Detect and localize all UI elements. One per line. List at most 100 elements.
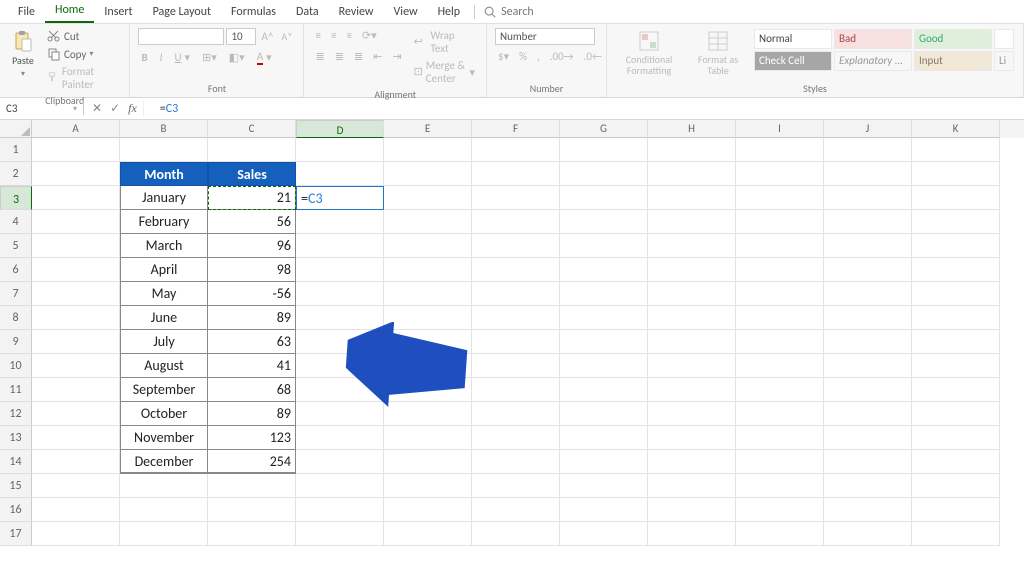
cell[interactable] — [912, 402, 1000, 426]
cell[interactable] — [736, 426, 824, 450]
cell[interactable] — [736, 258, 824, 282]
row-header[interactable]: 9 — [0, 330, 32, 354]
cell[interactable]: Sales — [208, 162, 296, 186]
cell[interactable] — [384, 162, 472, 186]
cell[interactable] — [384, 354, 472, 378]
cell[interactable] — [384, 306, 472, 330]
cell[interactable] — [736, 138, 824, 162]
cell[interactable] — [560, 522, 648, 546]
cell[interactable] — [32, 234, 120, 258]
cancel-formula-icon[interactable]: ✕ — [92, 101, 102, 116]
cell[interactable] — [912, 210, 1000, 234]
cell[interactable] — [736, 186, 824, 210]
cell[interactable] — [296, 402, 384, 426]
cell[interactable]: 98 — [208, 258, 296, 282]
cell[interactable] — [296, 258, 384, 282]
style-explanatory[interactable]: Explanatory ... — [834, 51, 912, 71]
cell[interactable] — [208, 474, 296, 498]
cell[interactable] — [384, 234, 472, 258]
col-header-g[interactable]: G — [560, 120, 648, 138]
cell[interactable] — [648, 330, 736, 354]
cell[interactable] — [120, 138, 208, 162]
cell[interactable] — [648, 378, 736, 402]
cell[interactable] — [560, 330, 648, 354]
cell[interactable] — [912, 450, 1000, 474]
cell[interactable] — [824, 450, 912, 474]
cell[interactable]: 63 — [208, 330, 296, 354]
enter-formula-icon[interactable]: ✓ — [110, 101, 120, 116]
cell[interactable]: October — [120, 402, 208, 426]
cell[interactable] — [824, 186, 912, 210]
col-header-b[interactable]: B — [120, 120, 208, 138]
row-header[interactable]: 15 — [0, 474, 32, 498]
number-format-select[interactable]: Number — [495, 28, 595, 45]
cell[interactable] — [560, 210, 648, 234]
cell[interactable] — [32, 402, 120, 426]
cell[interactable]: December — [120, 450, 208, 474]
cell[interactable] — [296, 282, 384, 306]
cell[interactable] — [824, 426, 912, 450]
percent-icon[interactable]: % — [516, 49, 530, 64]
cell[interactable] — [560, 138, 648, 162]
cell[interactable] — [560, 426, 648, 450]
cell[interactable] — [32, 186, 120, 210]
cell[interactable] — [648, 258, 736, 282]
style-linked[interactable]: Li — [994, 51, 1014, 71]
bold-button[interactable]: B — [138, 49, 150, 66]
row-header[interactable]: 6 — [0, 258, 32, 282]
col-header-e[interactable]: E — [384, 120, 472, 138]
cell[interactable] — [824, 474, 912, 498]
cell[interactable] — [208, 498, 296, 522]
cell[interactable] — [824, 522, 912, 546]
cell[interactable] — [824, 138, 912, 162]
cell[interactable]: 254 — [208, 450, 296, 474]
cell[interactable]: 41 — [208, 354, 296, 378]
accounting-icon[interactable]: $▾ — [495, 49, 512, 64]
cell[interactable] — [736, 498, 824, 522]
cell[interactable] — [296, 450, 384, 474]
cell[interactable] — [560, 162, 648, 186]
cell[interactable] — [472, 162, 560, 186]
row-header[interactable]: 2 — [0, 162, 32, 186]
cell[interactable] — [824, 498, 912, 522]
align-middle-icon[interactable]: ≡ — [328, 28, 339, 43]
cell[interactable] — [472, 354, 560, 378]
col-header-h[interactable]: H — [648, 120, 736, 138]
cell[interactable] — [912, 186, 1000, 210]
cell[interactable] — [824, 258, 912, 282]
col-header-f[interactable]: F — [472, 120, 560, 138]
row-header[interactable]: 10 — [0, 354, 32, 378]
cell[interactable] — [32, 474, 120, 498]
orientation-icon[interactable]: ⟳▾ — [359, 28, 380, 43]
cell[interactable]: June — [120, 306, 208, 330]
cell[interactable] — [912, 162, 1000, 186]
cell[interactable] — [472, 474, 560, 498]
cell[interactable] — [296, 306, 384, 330]
cell[interactable] — [296, 234, 384, 258]
border-button[interactable]: ⊞▾ — [199, 49, 220, 66]
cell[interactable] — [32, 426, 120, 450]
cell[interactable] — [824, 306, 912, 330]
cell[interactable] — [912, 498, 1000, 522]
wrap-text-button[interactable]: ↩ Wrap Text — [411, 28, 478, 56]
cell[interactable]: 89 — [208, 402, 296, 426]
cell[interactable] — [472, 186, 560, 210]
cell[interactable]: -56 — [208, 282, 296, 306]
cell[interactable] — [296, 354, 384, 378]
cell[interactable] — [472, 210, 560, 234]
font-color-button[interactable]: A▾ — [254, 49, 275, 66]
cell[interactable] — [384, 426, 472, 450]
row-header[interactable]: 12 — [0, 402, 32, 426]
row-header[interactable]: 5 — [0, 234, 32, 258]
cell[interactable] — [384, 258, 472, 282]
tab-file[interactable]: File — [8, 1, 45, 23]
cell[interactable] — [296, 426, 384, 450]
cell[interactable] — [560, 474, 648, 498]
search-box[interactable]: Search — [483, 5, 534, 23]
cell[interactable] — [912, 258, 1000, 282]
font-size-select[interactable]: 10 — [226, 28, 256, 45]
style-good[interactable]: Good — [914, 29, 992, 49]
cell[interactable] — [560, 234, 648, 258]
row-header[interactable]: 13 — [0, 426, 32, 450]
cell[interactable] — [296, 522, 384, 546]
